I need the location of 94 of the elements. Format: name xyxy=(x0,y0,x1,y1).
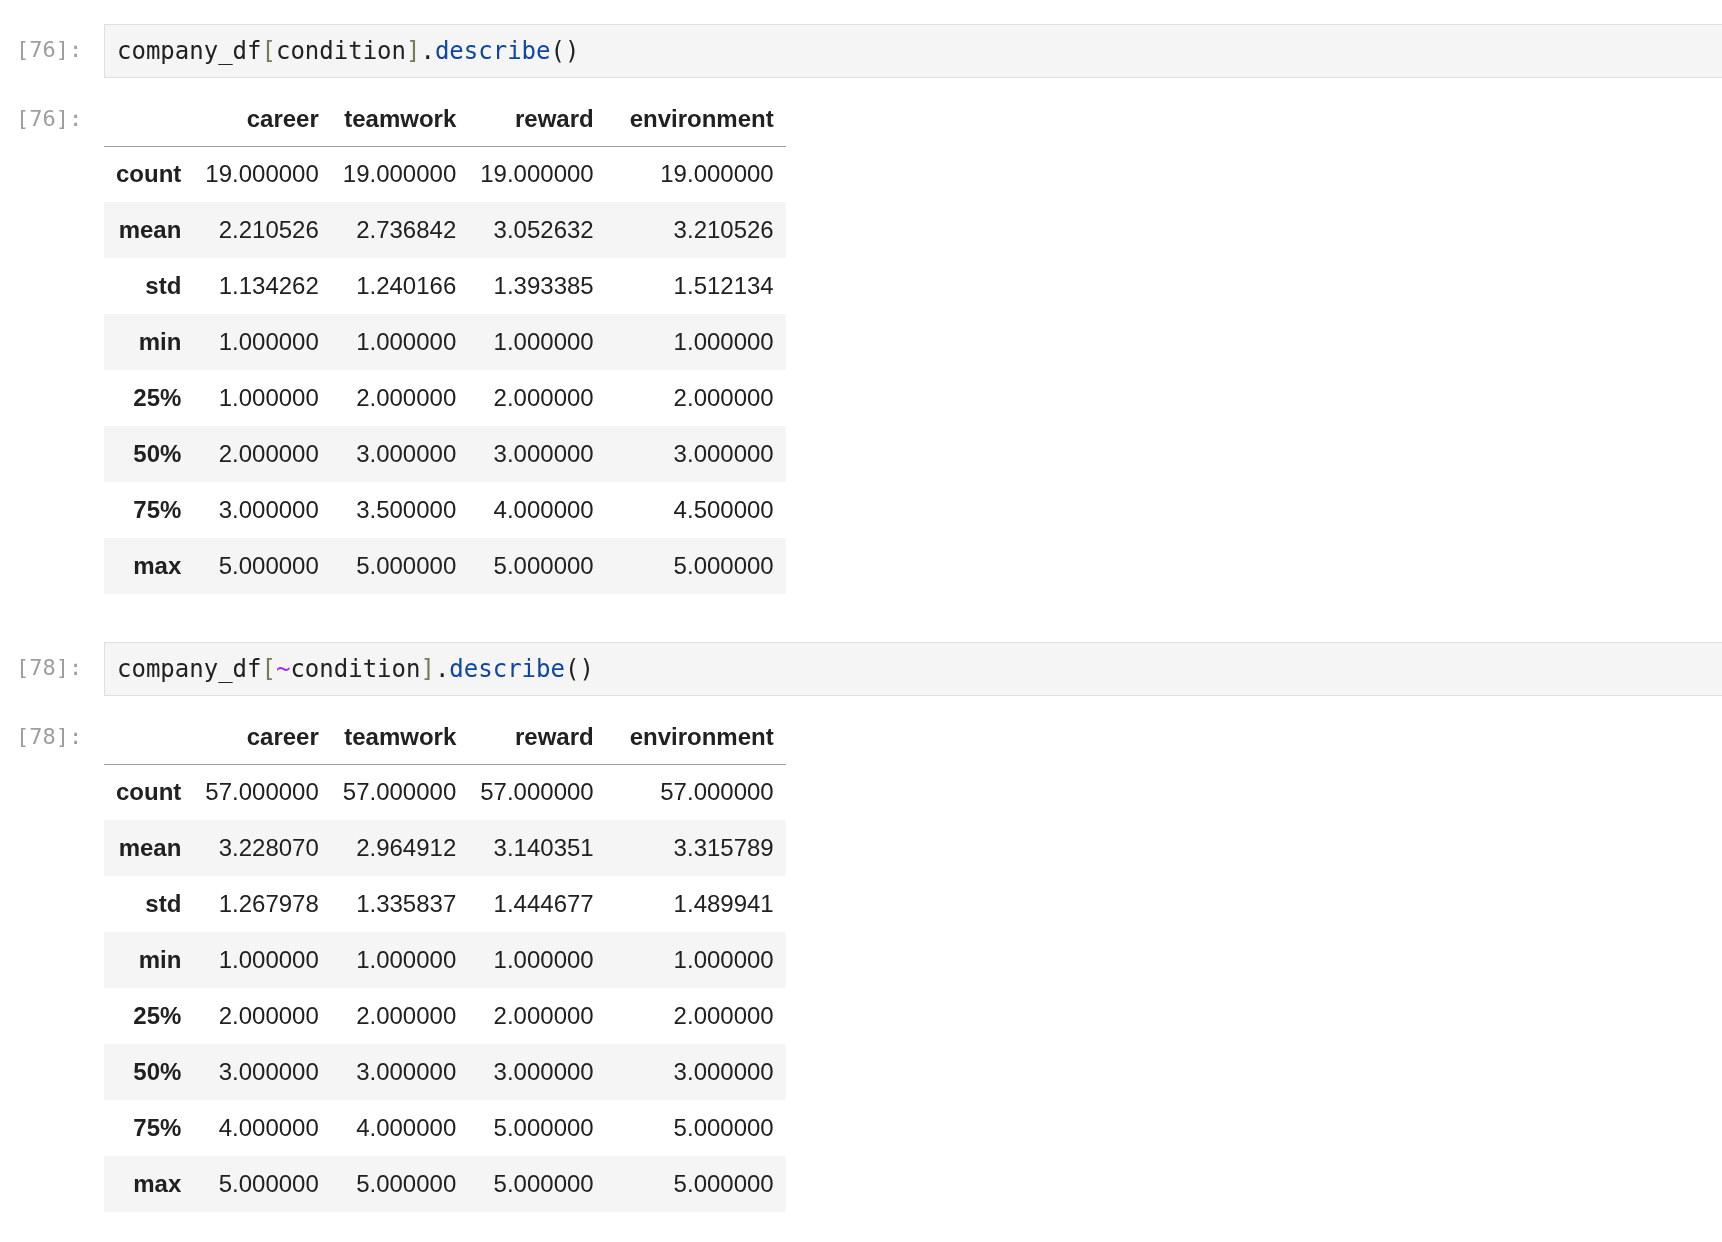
input-prompt: [78]: xyxy=(15,654,84,682)
row-label: 50% xyxy=(104,1044,194,1100)
output-prompt: [76]: xyxy=(15,105,84,133)
table-cell: 2.000000 xyxy=(605,988,786,1044)
row-label: 75% xyxy=(104,482,194,538)
table-cell: 5.000000 xyxy=(605,1156,786,1212)
table-cell: 1.267978 xyxy=(193,876,331,932)
table-cell: 3.228070 xyxy=(193,820,331,876)
table-cell: 57.000000 xyxy=(330,764,469,820)
table-cell: 2.000000 xyxy=(605,370,786,426)
row-label: max xyxy=(104,1156,194,1212)
table-cell: 4.000000 xyxy=(330,1100,469,1156)
table-cell: 1.000000 xyxy=(330,314,469,370)
table-cell: 2.210526 xyxy=(193,202,331,258)
output-prompt: [78]: xyxy=(15,723,84,751)
table-cell: 3.000000 xyxy=(468,426,606,482)
code-input[interactable]: company_df[condition].describe() xyxy=(104,24,1722,78)
table-cell: 3.000000 xyxy=(330,1044,469,1100)
row-label: 25% xyxy=(104,370,194,426)
table-cell: 5.000000 xyxy=(193,538,331,594)
table-cell: 5.000000 xyxy=(605,538,786,594)
table-cell: 3.500000 xyxy=(330,482,469,538)
table-cell: 3.000000 xyxy=(330,426,469,482)
row-label: mean xyxy=(104,202,194,258)
table-cell: 1.000000 xyxy=(605,932,786,988)
table-cell: 2.736842 xyxy=(330,202,469,258)
row-label: std xyxy=(104,876,194,932)
row-label: 75% xyxy=(104,1100,194,1156)
table-cell: 57.000000 xyxy=(605,764,786,820)
table-cell: 4.000000 xyxy=(193,1100,331,1156)
table-cell: 19.000000 xyxy=(468,146,606,202)
table-cell: 3.052632 xyxy=(468,202,606,258)
table-cell: 3.000000 xyxy=(193,482,331,538)
table-cell: 1.000000 xyxy=(193,932,331,988)
table-cell: 2.000000 xyxy=(193,426,331,482)
table-cell: 1.000000 xyxy=(605,314,786,370)
table-cell: 2.000000 xyxy=(330,370,469,426)
code-input[interactable]: company_df[~condition].describe() xyxy=(104,642,1722,696)
table-cell: 2.000000 xyxy=(468,988,606,1044)
row-label: count xyxy=(104,764,194,820)
table-cell: 1.000000 xyxy=(468,314,606,370)
input-prompt: [76]: xyxy=(15,36,84,64)
table-cell: 2.000000 xyxy=(330,988,469,1044)
table-cell: 4.500000 xyxy=(605,482,786,538)
table-cell: 2.000000 xyxy=(193,988,331,1044)
table-cell: 3.000000 xyxy=(193,1044,331,1100)
table-cell: 19.000000 xyxy=(605,146,786,202)
table-cell: 1.512134 xyxy=(605,258,786,314)
row-label: mean xyxy=(104,820,194,876)
table-cell: 3.140351 xyxy=(468,820,606,876)
column-header: environment xyxy=(605,92,786,146)
row-label: 25% xyxy=(104,988,194,1044)
table-cell: 5.000000 xyxy=(605,1100,786,1156)
column-header: environment xyxy=(605,710,786,764)
table-cell: 1.335837 xyxy=(330,876,469,932)
row-label: 50% xyxy=(104,426,194,482)
table-cell: 1.444677 xyxy=(468,876,606,932)
table-cell: 4.000000 xyxy=(468,482,606,538)
table-cell: 1.134262 xyxy=(193,258,331,314)
table-cell: 2.000000 xyxy=(468,370,606,426)
table-cell: 1.393385 xyxy=(468,258,606,314)
column-header: teamwork xyxy=(330,710,469,764)
table-cell: 19.000000 xyxy=(193,146,331,202)
table-cell: 19.000000 xyxy=(330,146,469,202)
table-cell: 1.000000 xyxy=(193,314,331,370)
column-header: teamwork xyxy=(330,92,469,146)
row-label: std xyxy=(104,258,194,314)
table-cell: 5.000000 xyxy=(468,1100,606,1156)
table-cell: 1.240166 xyxy=(330,258,469,314)
table-cell: 57.000000 xyxy=(468,764,606,820)
table-cell: 5.000000 xyxy=(468,538,606,594)
row-label: max xyxy=(104,538,194,594)
row-label: min xyxy=(104,932,194,988)
table-cell: 3.000000 xyxy=(468,1044,606,1100)
table-cell: 5.000000 xyxy=(330,1156,469,1212)
table-cell: 1.000000 xyxy=(330,932,469,988)
column-header: reward xyxy=(468,710,606,764)
table-cell: 3.000000 xyxy=(605,1044,786,1100)
table-cell: 1.000000 xyxy=(468,932,606,988)
table-cell: 2.964912 xyxy=(330,820,469,876)
table-cell: 1.000000 xyxy=(193,370,331,426)
row-label: count xyxy=(104,146,194,202)
column-header: reward xyxy=(468,92,606,146)
table-cell: 5.000000 xyxy=(193,1156,331,1212)
table-cell: 3.315789 xyxy=(605,820,786,876)
row-label: min xyxy=(104,314,194,370)
table-cell: 3.210526 xyxy=(605,202,786,258)
column-header: career xyxy=(193,92,331,146)
column-header: career xyxy=(193,710,331,764)
table-cell: 5.000000 xyxy=(468,1156,606,1212)
table-cell: 3.000000 xyxy=(605,426,786,482)
table-cell: 1.489941 xyxy=(605,876,786,932)
table-cell: 57.000000 xyxy=(193,764,331,820)
table-cell: 5.000000 xyxy=(330,538,469,594)
